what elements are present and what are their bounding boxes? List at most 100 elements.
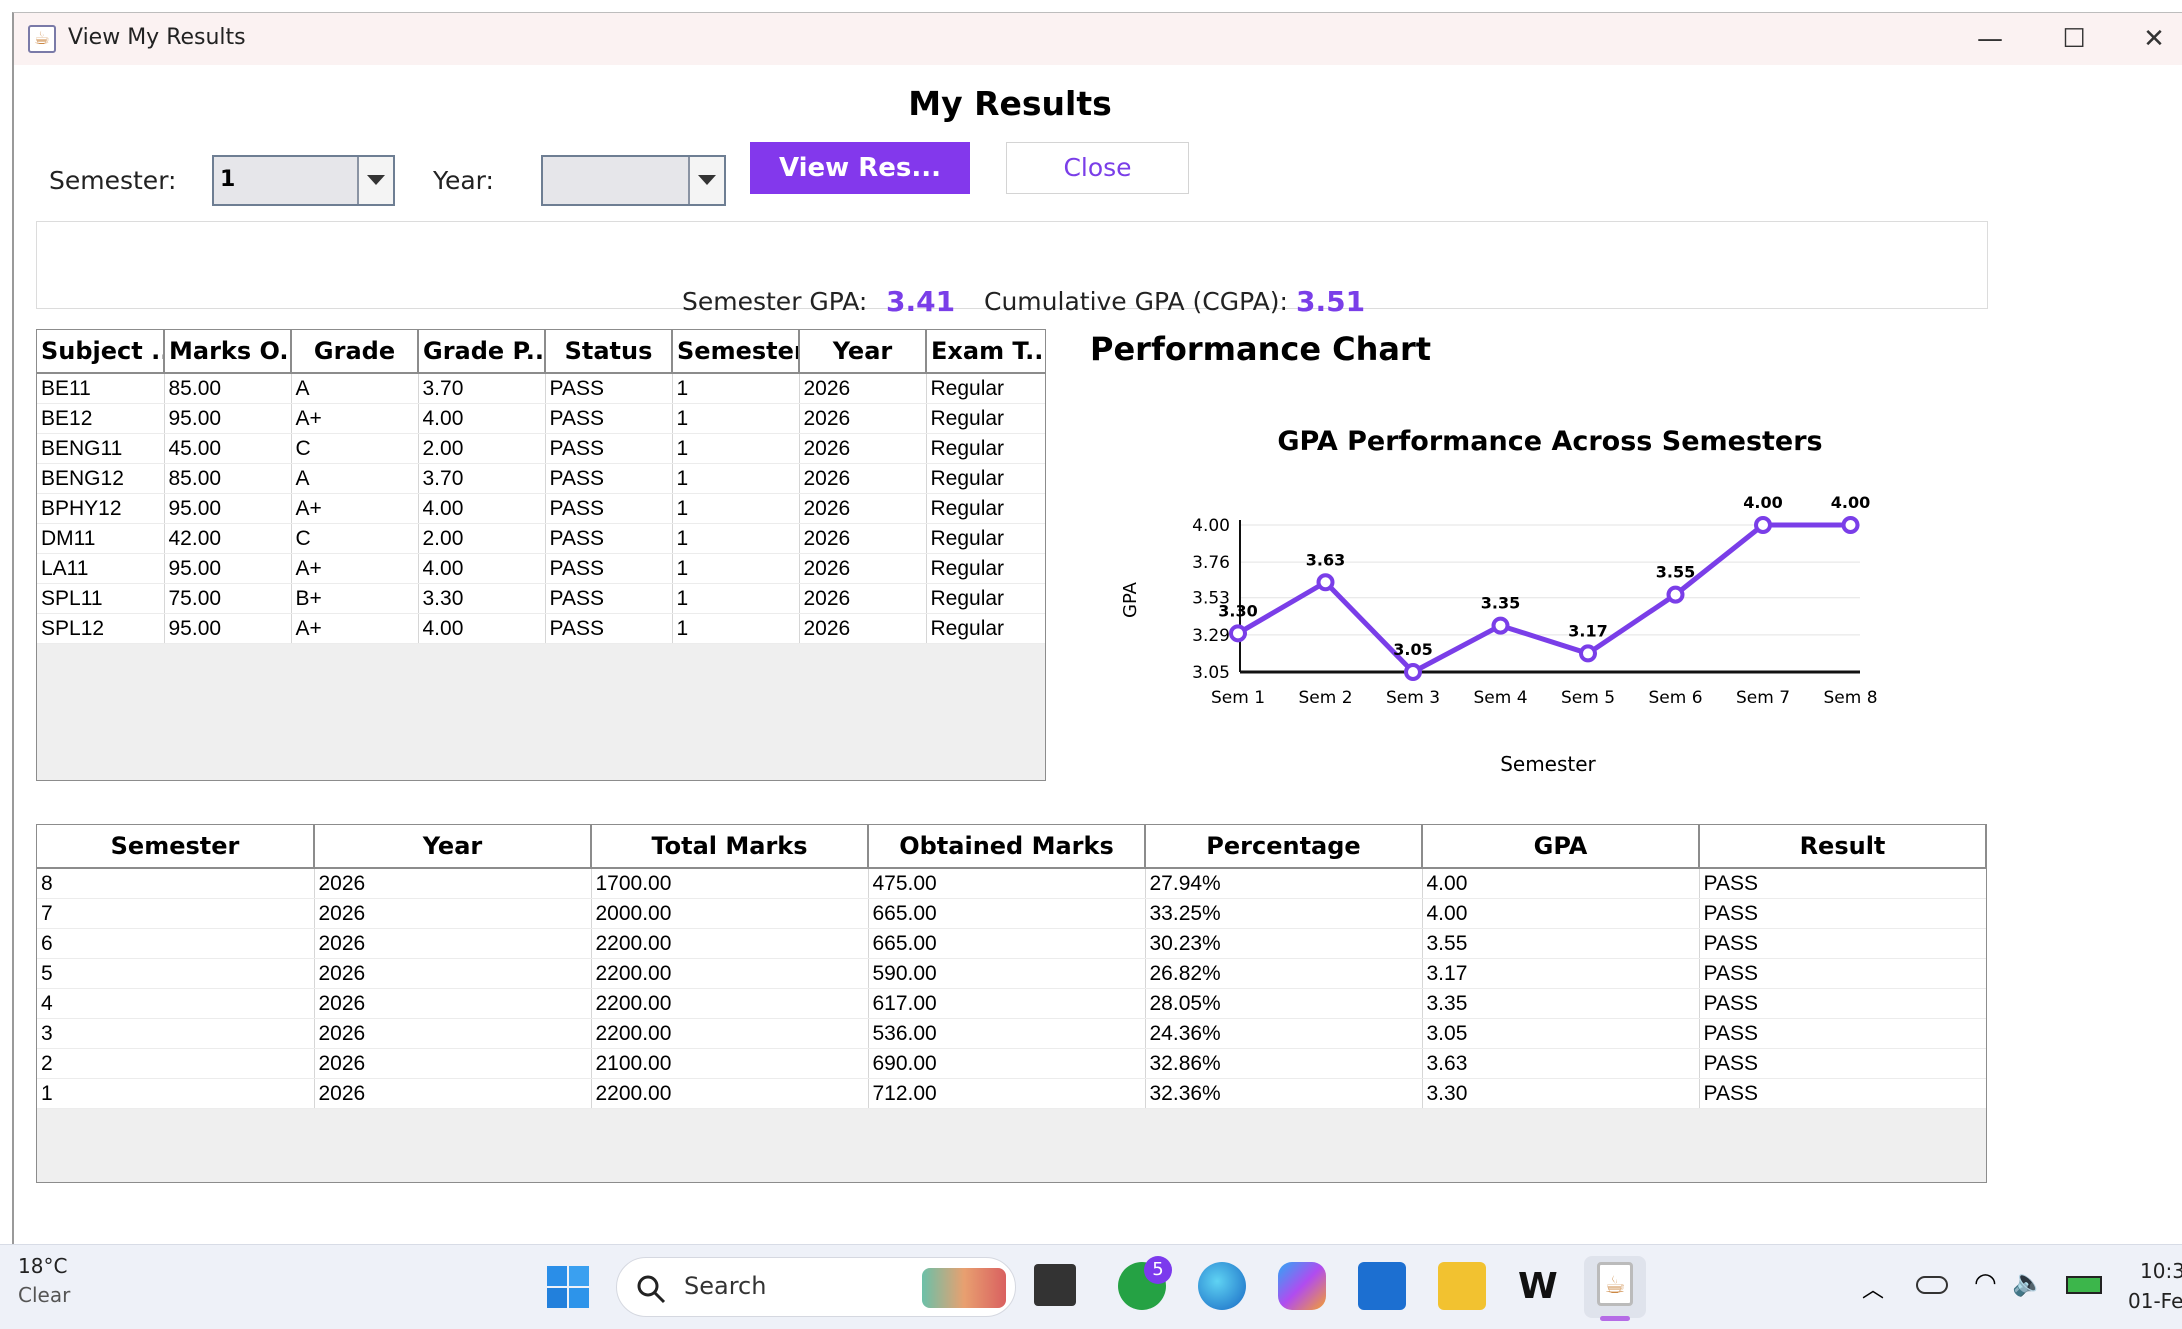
view-results-button[interactable]: View Res... — [750, 142, 970, 194]
weather-condition[interactable]: Clear — [18, 1283, 70, 1307]
table-cell: 3.70 — [418, 373, 546, 404]
data-point — [1316, 573, 1335, 592]
table-row[interactable]: 6 2026 2200.00 665.00 30.23% 3.55 PASS — [37, 928, 1986, 959]
table-cell: 32.86% — [1145, 1048, 1423, 1079]
table-row[interactable]: BPHY12 95.00 A+ 4.00 PASS 1 2026 Regular — [37, 493, 1045, 524]
table-row[interactable]: 4 2026 2200.00 617.00 28.05% 3.35 PASS — [37, 988, 1986, 1019]
close-button[interactable]: Close — [1006, 142, 1189, 194]
column-header[interactable]: Grade P... — [418, 330, 546, 374]
maximize-icon[interactable]: ☐ — [2044, 19, 2104, 59]
table-row[interactable]: DM11 42.00 C 2.00 PASS 1 2026 Regular — [37, 523, 1045, 554]
taskbar — [0, 1244, 2182, 1329]
minimize-icon[interactable]: — — [1960, 19, 2020, 59]
chevron-down-icon[interactable] — [357, 157, 393, 204]
table-cell: 4 — [37, 988, 315, 1019]
clock-time[interactable]: 10:3 — [2140, 1259, 2182, 1283]
table-cell: 2200.00 — [591, 988, 869, 1019]
table-row[interactable]: 7 2026 2000.00 665.00 33.25% 4.00 PASS — [37, 898, 1986, 929]
column-header[interactable]: Exam T... — [926, 330, 1045, 374]
table-row[interactable]: 5 2026 2200.00 590.00 26.82% 3.17 PASS — [37, 958, 1986, 989]
volume-icon[interactable]: 🔈 — [2012, 1268, 2044, 1298]
column-header[interactable]: Semester — [672, 330, 800, 374]
data-label: 3.30 — [1218, 601, 1257, 620]
year-label: Year: — [433, 166, 494, 195]
wps-icon[interactable]: W — [1518, 1266, 1558, 1307]
column-header[interactable]: Total Marks — [591, 825, 869, 869]
table-row[interactable]: SPL12 95.00 A+ 4.00 PASS 1 2026 Regular — [37, 613, 1045, 644]
table-cell: 4.00 — [418, 553, 546, 584]
table-cell: 3 — [37, 1018, 315, 1049]
table-cell: 3.05 — [1422, 1018, 1700, 1049]
file-explorer-icon[interactable] — [1438, 1262, 1486, 1310]
table-row[interactable]: BE11 85.00 A 3.70 PASS 1 2026 Regular — [37, 373, 1045, 404]
table-row[interactable]: SPL11 75.00 B+ 3.30 PASS 1 2026 Regular — [37, 583, 1045, 614]
table-cell: 1 — [672, 523, 800, 554]
windows-start-icon[interactable] — [546, 1265, 590, 1309]
table-cell: 2.00 — [418, 523, 546, 554]
chart-title: GPA Performance Across Semesters — [1277, 426, 1822, 457]
table-row[interactable]: LA11 95.00 A+ 4.00 PASS 1 2026 Regular — [37, 553, 1045, 584]
table-cell: LA11 — [37, 553, 165, 584]
column-header[interactable]: Subject ... — [37, 330, 165, 374]
column-header[interactable]: Semester — [37, 825, 315, 869]
table-cell: 3.55 — [1422, 928, 1700, 959]
chevron-up-icon[interactable]: ︿ — [1862, 1272, 1884, 1304]
column-header[interactable]: Grade — [291, 330, 419, 374]
store-icon[interactable] — [1358, 1262, 1406, 1310]
chart-x-axis-label: Semester — [1500, 752, 1596, 776]
table-cell: 4.00 — [418, 403, 546, 434]
table-cell: 8 — [37, 868, 315, 899]
table-cell: PASS — [1699, 898, 1986, 929]
column-header[interactable]: Percentage — [1145, 825, 1423, 869]
y-tick-label: 4.00 — [1192, 516, 1230, 536]
column-header[interactable]: Result — [1699, 825, 1986, 869]
cgpa-value: 3.51 — [1296, 285, 1366, 318]
table-row[interactable]: 1 2026 2200.00 712.00 32.36% 3.30 PASS — [37, 1078, 1986, 1109]
table-cell: 2026 — [314, 988, 592, 1019]
data-label: 3.35 — [1481, 594, 1520, 613]
semester-summary-table[interactable]: Semester Year Total Marks Obtained Marks Per… — [36, 824, 1987, 1183]
data-point — [1754, 516, 1772, 534]
year-dropdown[interactable] — [541, 155, 726, 206]
wifi-icon[interactable]: ◠ — [1974, 1268, 1997, 1298]
copilot-icon[interactable] — [1278, 1262, 1326, 1310]
semester-dropdown[interactable]: 1 — [212, 155, 395, 206]
table-row[interactable]: 3 2026 2200.00 536.00 24.36% 3.05 PASS — [37, 1018, 1986, 1049]
table-cell: 1 — [672, 493, 800, 524]
column-header[interactable]: GPA — [1422, 825, 1700, 869]
weather-temperature[interactable]: 18°C — [18, 1254, 67, 1278]
table-row[interactable]: 8 2026 1700.00 475.00 27.94% 4.00 PASS — [37, 868, 1986, 899]
table-cell: PASS — [545, 613, 673, 644]
java-taskbar-icon[interactable]: ☕ — [1597, 1262, 1633, 1306]
table-cell: 6 — [37, 928, 315, 959]
page-title: My Results — [908, 84, 1112, 123]
table-cell: 2026 — [314, 1048, 592, 1079]
table-cell: Regular — [926, 373, 1045, 404]
task-view-icon[interactable] — [1034, 1264, 1076, 1306]
x-tick-label: Sem 1 — [1211, 688, 1265, 708]
table-row[interactable]: 2 2026 2100.00 690.00 32.86% 3.63 PASS — [37, 1048, 1986, 1079]
edge-icon[interactable] — [1198, 1262, 1246, 1310]
table-cell: 2200.00 — [591, 928, 869, 959]
table-row[interactable]: BENG11 45.00 C 2.00 PASS 1 2026 Regular — [37, 433, 1045, 464]
table-cell: 30.23% — [1145, 928, 1423, 959]
title-bar[interactable]: ☕ View My Results — ☐ ✕ — [14, 13, 2182, 65]
column-header[interactable]: Year — [799, 330, 927, 374]
column-header[interactable]: Obtained Marks — [868, 825, 1146, 869]
column-header[interactable]: Marks O... — [164, 330, 292, 374]
onedrive-icon[interactable] — [1916, 1276, 1948, 1294]
close-window-icon[interactable]: ✕ — [2124, 19, 2182, 59]
java-app-icon: ☕ — [28, 25, 56, 53]
table-cell: 2026 — [314, 1018, 592, 1049]
table-cell: 95.00 — [164, 493, 292, 524]
table-cell: 2.00 — [418, 433, 546, 464]
x-tick-label: Sem 5 — [1561, 688, 1615, 708]
table-row[interactable]: BE12 95.00 A+ 4.00 PASS 1 2026 Regular — [37, 403, 1045, 434]
subject-results-table[interactable]: Subject ...Marks O...GradeGrade P...Stat… — [36, 329, 1046, 781]
column-header[interactable]: Status — [545, 330, 673, 374]
clock-date[interactable]: 01-Fe — [2128, 1289, 2182, 1313]
table-row[interactable]: BENG12 85.00 A 3.70 PASS 1 2026 Regular — [37, 463, 1045, 494]
column-header[interactable]: Year — [314, 825, 592, 869]
chevron-down-icon[interactable] — [688, 157, 724, 204]
battery-icon[interactable] — [2066, 1276, 2102, 1294]
